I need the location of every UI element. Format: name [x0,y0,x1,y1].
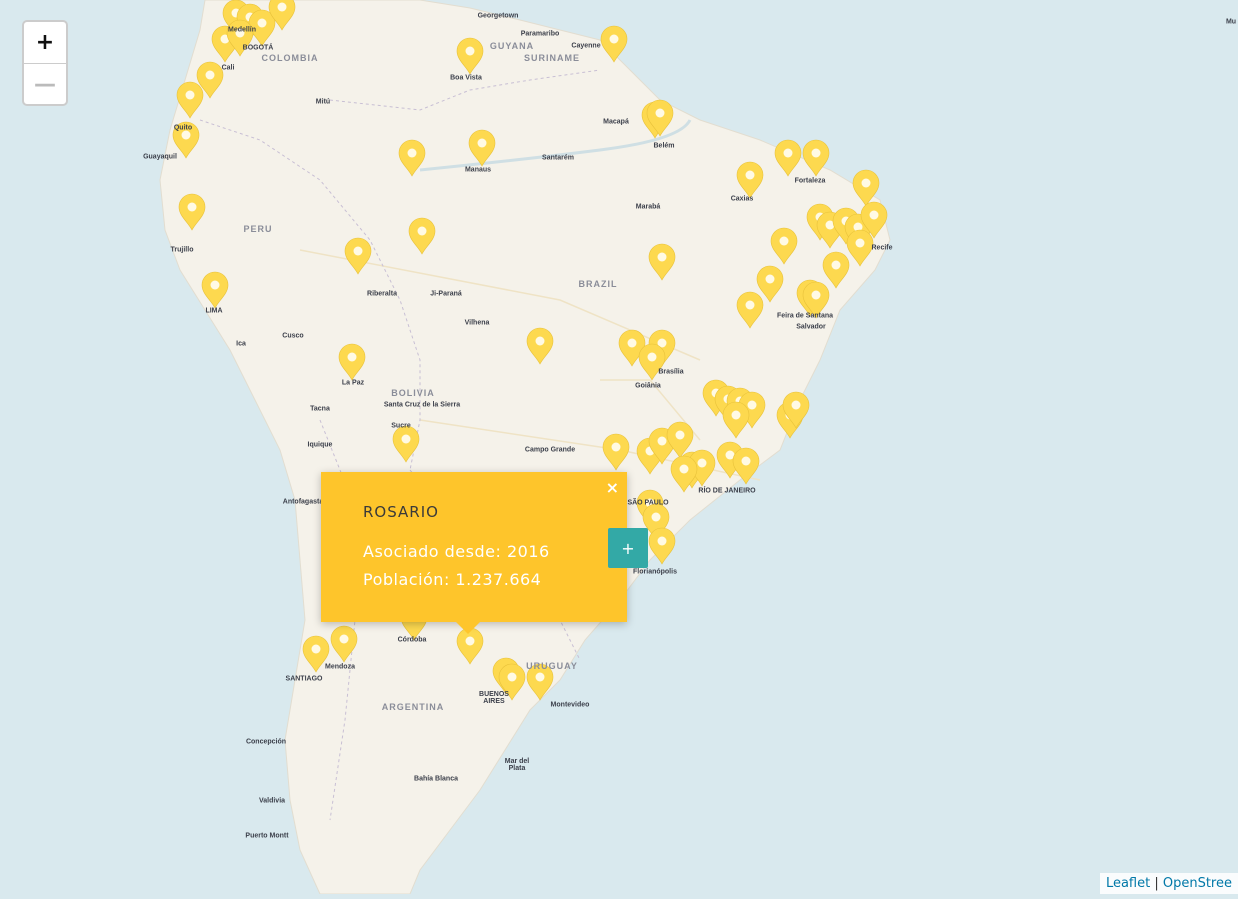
city-label: Sucre [391,422,411,430]
city-label: Caxias [730,195,754,203]
city-label: Santa Cruz de la Sierra [383,401,461,409]
popup-tip [456,622,480,634]
map-attribution: Leaflet | OpenStree [1099,873,1238,894]
zoom-out-button[interactable]: — [24,63,66,105]
attribution-separator: | [1150,876,1163,891]
city-label: SÃO PAULO [627,499,669,507]
city-label: Macapá [603,118,629,126]
city-label: Valdivia [258,797,286,805]
city-label: Trujillo [170,246,194,254]
city-label: Vilhena [464,319,490,327]
city-label: Ica [236,340,246,348]
city-label: Medellín [227,26,257,34]
city-label: BUENOS AIRES [479,691,509,705]
country-label: BOLIVIA [391,388,435,398]
city-label: Cali [221,64,235,72]
map-basemap [0,0,1238,895]
city-popup: × ROSARIO Asociado desde: 2016 Población… [321,472,627,634]
popup-member-since: Asociado desde: 2016 [363,542,550,561]
country-label: ARGENTINA [381,702,445,712]
city-label: Fortaleza [794,177,826,185]
city-label: Brasília [658,368,684,376]
city-label: Boa Vista [450,74,482,82]
map-canvas[interactable]: COLOMBIA GUYANA SURINAME PERU BRAZIL BOL… [0,0,1238,895]
popup-close-button[interactable]: × [606,478,619,497]
osm-link[interactable]: OpenStree [1163,876,1232,891]
city-label: Goiânia [635,382,661,390]
country-label: GUYANA [489,41,535,51]
city-label: Iquique [307,441,333,449]
popup-city-name: ROSARIO [363,503,439,521]
city-label: Concepción [245,738,287,746]
city-label: Ji-Paraná [430,290,462,298]
city-label: Manaus [464,166,492,174]
city-label: Riberalta [367,290,397,298]
city-label: Mar del Plata [504,758,530,772]
city-label: LIMA [205,307,223,315]
city-label: Salvador [796,323,826,331]
city-label: Georgetown [477,12,519,20]
city-label: Mendoza [325,663,355,671]
zoom-control: + — [22,20,68,106]
city-label: Florianópolis [633,568,677,576]
popup-population: Población: 1.237.664 [363,570,542,589]
city-label: Paramaribo [520,30,560,38]
city-label: Feira de Santana [776,312,834,320]
city-label: Córdoba [397,636,427,644]
city-label: Cusco [282,332,304,340]
country-label: PERU [243,224,273,234]
city-label: Cayenne [571,42,601,50]
zoom-in-button[interactable]: + [24,22,66,63]
city-label: SANTIAGO [285,675,323,683]
city-label: Bahía Blanca [414,775,458,783]
city-label: Guayaquil [143,153,177,161]
city-label: Tacna [310,405,330,413]
city-label: Mu [1225,18,1237,26]
country-label: SURINAME [523,53,581,63]
city-label: Montevideo [550,701,590,709]
city-label: Campo Grande [524,446,576,454]
city-label: La Paz [341,379,365,387]
city-label: Quito [173,124,193,132]
city-label: Puerto Montt [245,832,289,840]
country-label: BRAZIL [578,279,618,289]
city-label: BOGOTÁ [242,44,274,52]
city-label: Marabá [635,203,661,211]
country-label: COLOMBIA [261,53,319,63]
popup-more-button[interactable]: + [608,528,648,568]
city-label: Recife [871,244,893,252]
city-label: Belém [653,142,675,150]
city-label: Mitú [315,98,331,106]
city-label: Santarém [542,154,574,162]
country-label: URUGUAY [526,661,578,671]
city-label: Antofagasta [282,498,324,506]
city-label: RÍO DE JANEIRO [698,487,756,495]
leaflet-link[interactable]: Leaflet [1106,876,1150,891]
